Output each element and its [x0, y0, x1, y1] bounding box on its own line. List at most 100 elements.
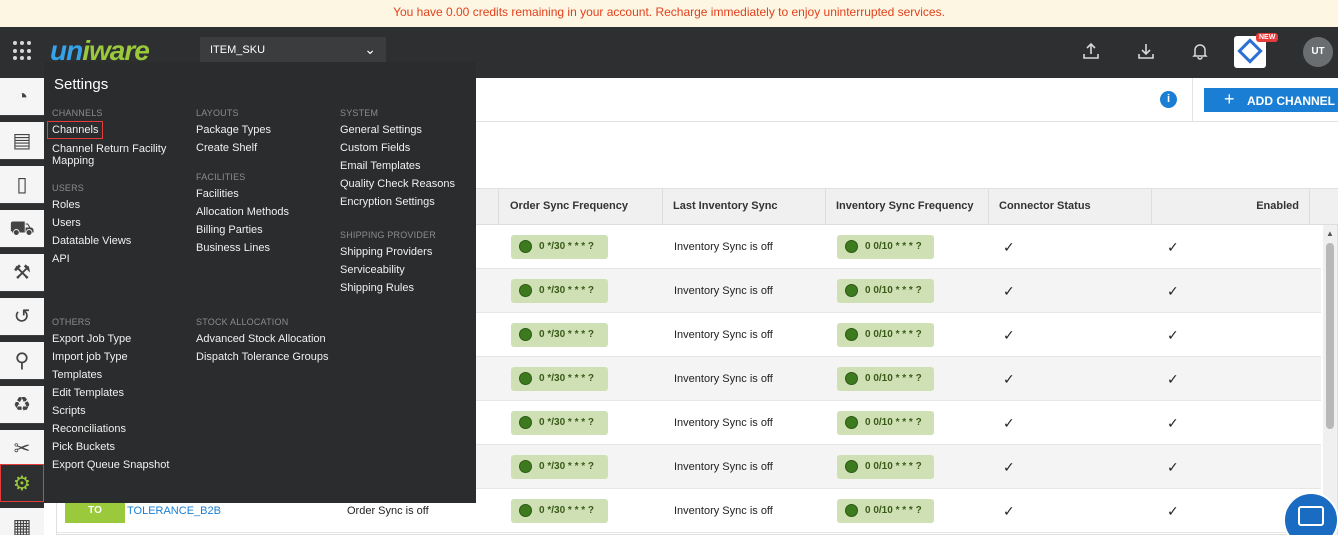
- cart-icon[interactable]: ⛟: [0, 210, 44, 248]
- menu-channels[interactable]: Channels: [47, 121, 104, 139]
- apps-grid-icon[interactable]: [13, 41, 33, 61]
- chevron-down-icon: ⌄: [364, 41, 376, 57]
- order-sync-frequency-value: 0 */30 * * * ?: [539, 329, 595, 340]
- connector-status-check-icon: ✓: [1003, 283, 1015, 299]
- scroll-thumb[interactable]: [1326, 243, 1334, 429]
- inventory-sync-frequency-value: 0 0/10 * * * ?: [865, 241, 922, 252]
- enabled-check-icon[interactable]: ✓: [1167, 269, 1179, 313]
- download-icon[interactable]: [1135, 41, 1157, 63]
- inventory-sync-frequency-value: 0 0/10 * * * ?: [865, 373, 922, 384]
- section-facilities: FACILITIES: [196, 172, 246, 182]
- tools-icon[interactable]: ✂: [0, 430, 44, 468]
- menu-quality-check-reasons[interactable]: Quality Check Reasons: [340, 178, 455, 190]
- bell-icon[interactable]: [1189, 41, 1211, 63]
- last-inventory-sync-value: Inventory Sync is off: [674, 285, 773, 297]
- settings-gear-icon[interactable]: ⚙: [0, 464, 44, 502]
- inventory-sync-frequency-value: 0 0/10 * * * ?: [865, 329, 922, 340]
- menu-serviceability[interactable]: Serviceability: [340, 264, 405, 276]
- upload-icon[interactable]: [1080, 41, 1102, 63]
- credits-banner: You have 0.00 credits remaining in your …: [0, 0, 1338, 27]
- toolbar-divider: [1192, 78, 1193, 122]
- menu-reconciliations[interactable]: Reconciliations: [52, 423, 126, 435]
- menu-datatable-views[interactable]: Datatable Views: [52, 235, 131, 247]
- enabled-check-icon[interactable]: ✓: [1167, 357, 1179, 401]
- last-inventory-sync-value: Inventory Sync is off: [674, 461, 773, 473]
- user-avatar[interactable]: UT: [1303, 37, 1333, 67]
- connector-status-check-icon: ✓: [1003, 327, 1015, 343]
- menu-business-lines[interactable]: Business Lines: [196, 242, 270, 254]
- inventory-icon[interactable]: ▦: [0, 508, 44, 535]
- clock-icon: [519, 416, 532, 429]
- inventory-sync-frequency-value: 0 0/10 * * * ?: [865, 505, 922, 516]
- chat-icon[interactable]: [1283, 492, 1338, 535]
- enabled-check-icon[interactable]: ✓: [1167, 313, 1179, 357]
- inventory-sync-frequency-badge: 0 0/10 * * * ?: [837, 323, 934, 347]
- header-order-sync-frequency[interactable]: Order Sync Frequency: [500, 189, 663, 225]
- table-scrollbar[interactable]: ▲: [1323, 225, 1337, 535]
- menu-import-job-type[interactable]: Import job Type: [52, 351, 128, 363]
- menu-templates[interactable]: Templates: [52, 369, 102, 381]
- order-sync-frequency-badge: 0 */30 * * * ?: [511, 411, 608, 435]
- clock-icon: [845, 416, 858, 429]
- shipments-icon[interactable]: ▯: [0, 166, 44, 204]
- plus-icon: +: [1224, 89, 1235, 109]
- clock-icon: [845, 284, 858, 297]
- product-icon[interactable]: ⚲: [0, 342, 44, 380]
- menu-export-queue-snapshot[interactable]: Export Queue Snapshot: [52, 459, 169, 471]
- order-sync-frequency-badge: 0 */30 * * * ?: [511, 499, 608, 523]
- orders-icon[interactable]: ▤: [0, 122, 44, 160]
- last-inventory-sync-value: Inventory Sync is off: [674, 373, 773, 385]
- order-sync-frequency-value: 0 */30 * * * ?: [539, 241, 595, 252]
- order-sync-frequency-value: 0 */30 * * * ?: [539, 373, 595, 384]
- menu-custom-fields[interactable]: Custom Fields: [340, 142, 410, 154]
- menu-scripts[interactable]: Scripts: [52, 405, 86, 417]
- section-shipping-provider: SHIPPING PROVIDER: [340, 230, 436, 240]
- menu-channel-return-facility-mapping[interactable]: Channel Return Facility Mapping: [52, 143, 192, 167]
- menu-package-types[interactable]: Package Types: [196, 124, 271, 136]
- header-inventory-sync-frequency[interactable]: Inventory Sync Frequency: [826, 189, 989, 225]
- clock-icon: [519, 504, 532, 517]
- menu-export-job-type[interactable]: Export Job Type: [52, 333, 131, 345]
- dashboard-icon[interactable]: ◔: [0, 78, 44, 116]
- clock-icon: [845, 372, 858, 385]
- menu-email-templates[interactable]: Email Templates: [340, 160, 421, 172]
- menu-general-settings[interactable]: General Settings: [340, 124, 422, 136]
- info-icon[interactable]: i: [1160, 91, 1177, 108]
- inventory-sync-frequency-value: 0 0/10 * * * ?: [865, 417, 922, 428]
- facility-select[interactable]: ITEM_SKU ⌄: [200, 37, 386, 65]
- forklift-icon[interactable]: ⚒: [0, 254, 44, 292]
- menu-create-shelf[interactable]: Create Shelf: [196, 142, 257, 154]
- connector-status-check-icon: ✓: [1003, 503, 1015, 519]
- header-enabled[interactable]: Enabled: [1152, 189, 1310, 225]
- clock-icon: [519, 240, 532, 253]
- menu-roles[interactable]: Roles: [52, 199, 80, 211]
- connector-status-check-icon: ✓: [1003, 239, 1015, 255]
- add-channel-button[interactable]: + ADD CHANNEL: [1204, 88, 1338, 112]
- clock-icon: [519, 328, 532, 341]
- menu-allocation-methods[interactable]: Allocation Methods: [196, 206, 289, 218]
- enabled-check-icon[interactable]: ✓: [1167, 489, 1179, 533]
- menu-api[interactable]: API: [52, 253, 70, 265]
- menu-advanced-stock-allocation[interactable]: Advanced Stock Allocation: [196, 333, 326, 345]
- menu-encryption-settings[interactable]: Encryption Settings: [340, 196, 435, 208]
- menu-pick-buckets[interactable]: Pick Buckets: [52, 441, 115, 453]
- enabled-check-icon[interactable]: ✓: [1167, 401, 1179, 445]
- menu-edit-templates[interactable]: Edit Templates: [52, 387, 124, 399]
- menu-billing-parties[interactable]: Billing Parties: [196, 224, 263, 236]
- order-sync-frequency-badge: 0 */30 * * * ?: [511, 367, 608, 391]
- scroll-up-icon[interactable]: ▲: [1326, 229, 1334, 238]
- enabled-check-icon[interactable]: ✓: [1167, 225, 1179, 269]
- header-last-inventory-sync[interactable]: Last Inventory Sync: [663, 189, 826, 225]
- menu-shipping-rules[interactable]: Shipping Rules: [340, 282, 414, 294]
- section-users: USERS: [52, 183, 85, 193]
- menu-dispatch-tolerance-groups[interactable]: Dispatch Tolerance Groups: [196, 351, 328, 363]
- returns-icon[interactable]: ↺: [0, 298, 44, 336]
- menu-shipping-providers[interactable]: Shipping Providers: [340, 246, 432, 258]
- header-connector-status[interactable]: Connector Status: [989, 189, 1152, 225]
- left-sidebar: ◔ ▤ ▯ ⛟ ⚒ ↺ ⚲ ♻ ✂ ⚙ ▦: [0, 78, 44, 535]
- menu-facilities[interactable]: Facilities: [196, 188, 239, 200]
- menu-users[interactable]: Users: [52, 217, 81, 229]
- last-inventory-sync-value: Inventory Sync is off: [674, 417, 773, 429]
- enabled-check-icon[interactable]: ✓: [1167, 445, 1179, 489]
- recycle-icon[interactable]: ♻: [0, 386, 44, 424]
